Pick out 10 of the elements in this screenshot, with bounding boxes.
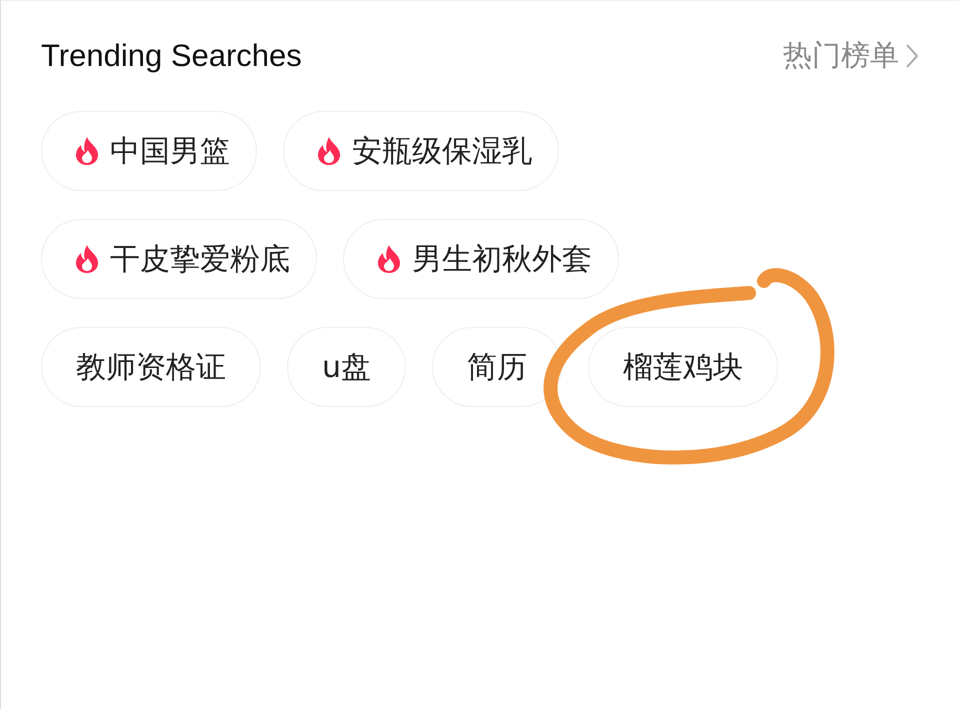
search-chip[interactable]: 中国男篮 — [41, 111, 257, 191]
search-chip[interactable]: 安瓶级保湿乳 — [283, 111, 559, 191]
search-chip[interactable]: 男生初秋外套 — [343, 219, 619, 299]
section-title: Trending Searches — [41, 38, 302, 74]
search-chip[interactable]: 教师资格证 — [41, 327, 261, 407]
search-chip[interactable]: 干皮挚爱粉底 — [41, 219, 317, 299]
search-chip[interactable]: u盘 — [287, 327, 406, 407]
search-chip[interactable]: 榴莲鸡块 — [588, 327, 778, 407]
search-chip[interactable]: 简历 — [432, 327, 562, 407]
hot-list-link[interactable]: 热门榜单 — [783, 36, 919, 76]
